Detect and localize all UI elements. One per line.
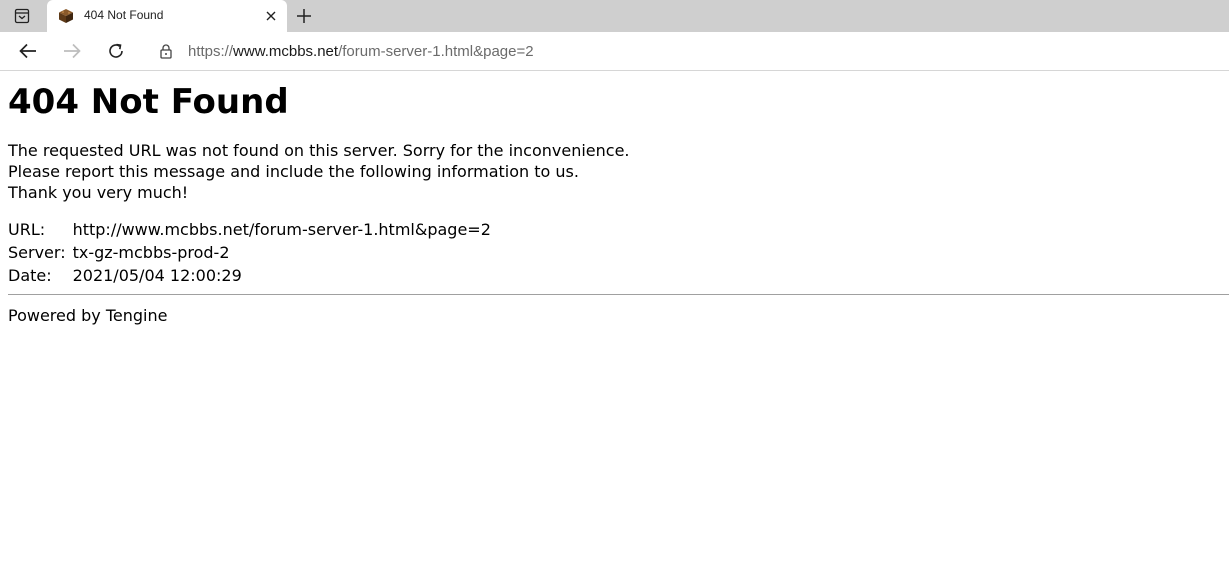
info-key: Date: — [8, 266, 52, 285]
error-info-table: URL: http://www.mcbbs.net/forum-server-1… — [5, 217, 494, 288]
divider — [8, 294, 1229, 295]
tab-title: 404 Not Found — [84, 8, 164, 22]
info-key: Server: — [8, 243, 66, 262]
browser-tab[interactable]: 404 Not Found — [47, 0, 287, 32]
message-line: Thank you very much! — [8, 183, 189, 202]
close-icon[interactable] — [263, 8, 279, 24]
plus-icon[interactable] — [293, 5, 315, 27]
browser-toolbar: https://www.mcbbs.net/forum-server-1.htm… — [0, 32, 1229, 71]
tab-actions-icon[interactable] — [10, 6, 34, 26]
page-title: 404 Not Found — [8, 82, 289, 122]
url-scheme: https:// — [188, 43, 234, 60]
error-message: The requested URL was not found on this … — [8, 140, 1229, 203]
url-path: /forum-server-1.html&page=2 — [338, 43, 534, 60]
info-key: URL: — [8, 220, 46, 239]
lock-icon[interactable] — [158, 43, 174, 59]
info-value: http://www.mcbbs.net/forum-server-1.html… — [72, 220, 491, 239]
tab-strip: 404 Not Found — [0, 0, 1229, 32]
minecraft-block-icon — [58, 8, 74, 24]
info-row-date: Date: 2021/05/04 12:00:29 — [8, 265, 491, 286]
refresh-icon[interactable] — [105, 40, 127, 62]
message-line: The requested URL was not found on this … — [8, 141, 630, 160]
forward-arrow-icon[interactable] — [61, 40, 83, 62]
page-content: 404 Not Found The requested URL was not … — [8, 70, 1229, 326]
info-row-url: URL: http://www.mcbbs.net/forum-server-1… — [8, 219, 491, 240]
back-arrow-icon[interactable] — [17, 40, 39, 62]
info-row-server: Server: tx-gz-mcbbs-prod-2 — [8, 242, 491, 263]
url-text[interactable]: https://www.mcbbs.net/forum-server-1.htm… — [188, 43, 534, 60]
url-host: www.mcbbs.net — [233, 43, 339, 60]
info-value: tx-gz-mcbbs-prod-2 — [72, 243, 230, 262]
footer-text: Powered by Tengine — [8, 306, 168, 325]
message-line: Please report this message and include t… — [8, 162, 579, 181]
address-bar[interactable]: https://www.mcbbs.net/forum-server-1.htm… — [143, 36, 1229, 66]
info-value: 2021/05/04 12:00:29 — [72, 266, 242, 285]
